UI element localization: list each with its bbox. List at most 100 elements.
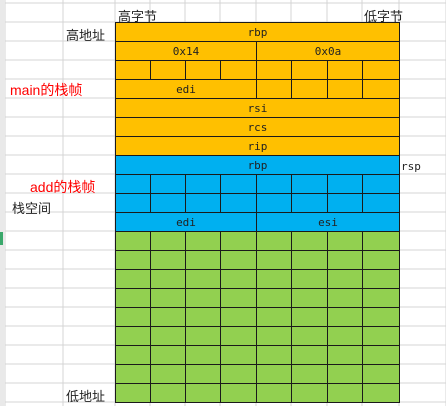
stack-byte-cell (256, 231, 292, 251)
stack-byte-cell (115, 193, 151, 213)
stack-byte-cell (327, 364, 363, 384)
stack-byte-cell (256, 326, 292, 346)
stack-byte-cell (220, 364, 257, 384)
stack-byte-cell (185, 288, 221, 308)
stack-byte-cell (115, 174, 151, 194)
stack-byte-cell (115, 307, 151, 327)
stack-slot-rcs: rcs (115, 117, 400, 137)
stack-byte-cell (362, 288, 400, 308)
stack-byte-cell (150, 231, 186, 251)
stack-byte-cell (150, 250, 186, 270)
stack-byte-cell (327, 288, 363, 308)
stack-byte-cell (256, 288, 292, 308)
stack-byte-cell (185, 383, 221, 403)
stack-byte-cell (115, 250, 151, 270)
stack-slot-edi: edi (115, 212, 257, 232)
stack-byte-cell (291, 383, 328, 403)
row-marker (0, 232, 3, 245)
stack-byte-cell (291, 345, 328, 365)
stack-byte-cell (185, 193, 221, 213)
stack-byte-cell (291, 193, 328, 213)
stack-byte-cell (362, 79, 400, 99)
stack-slot-0x14: 0x14 (115, 41, 257, 61)
stack-byte-cell (327, 250, 363, 270)
stack-byte-cell (185, 174, 221, 194)
stack-byte-cell (115, 383, 151, 403)
stack-slot-rbp: rbp (115, 155, 400, 175)
stack-byte-cell (327, 345, 363, 365)
row-header-bar (0, 0, 5, 406)
stack-slot-edi: edi (115, 79, 257, 99)
low-address-label: 低地址 (66, 390, 106, 405)
stack-byte-cell (291, 269, 328, 289)
stack-byte-cell (220, 250, 257, 270)
stack-byte-cell (220, 231, 257, 251)
stack-byte-cell (150, 345, 186, 365)
stack-byte-cell (150, 307, 186, 327)
stack-byte-cell (256, 250, 292, 270)
stack-byte-cell (115, 345, 151, 365)
stack-byte-cell (327, 193, 363, 213)
stack-byte-cell (220, 345, 257, 365)
stack-slot-esi: esi (256, 212, 400, 232)
stack-byte-cell (220, 326, 257, 346)
stack-byte-cell (327, 383, 363, 403)
stack-byte-cell (256, 307, 292, 327)
stack-byte-cell (362, 231, 400, 251)
stack-byte-cell (150, 193, 186, 213)
stack-byte-cell (115, 269, 151, 289)
stack-byte-cell (185, 326, 221, 346)
stack-byte-cell (220, 174, 257, 194)
stack-byte-cell (220, 307, 257, 327)
stack-byte-cell (291, 250, 328, 270)
stack-byte-cell (291, 307, 328, 327)
stack-byte-cell (220, 269, 257, 289)
stack-byte-cell (185, 250, 221, 270)
stack-byte-cell (256, 364, 292, 384)
stack-byte-cell (327, 174, 363, 194)
stack-byte-cell (362, 269, 400, 289)
stack-byte-cell (185, 60, 221, 80)
stack-byte-cell (115, 326, 151, 346)
stack-byte-cell (256, 60, 292, 80)
stack-byte-cell (256, 174, 292, 194)
stack-byte-cell (291, 79, 328, 99)
stack-byte-cell (362, 250, 400, 270)
stack-byte-cell (256, 79, 292, 99)
stack-byte-cell (291, 60, 328, 80)
stack-byte-cell (150, 60, 186, 80)
stack-slot-rip: rip (115, 136, 400, 156)
stack-byte-cell (115, 288, 151, 308)
stack-byte-cell (362, 174, 400, 194)
main-frame-label: main的栈帧 (10, 82, 83, 98)
stack-byte-cell (291, 174, 328, 194)
stack-byte-cell (220, 193, 257, 213)
stack-byte-cell (185, 345, 221, 365)
stack-slot-rbp: rbp (115, 22, 400, 42)
stack-byte-cell (327, 79, 363, 99)
stack-byte-cell (256, 345, 292, 365)
stack-byte-cell (291, 364, 328, 384)
stack-byte-cell (256, 383, 292, 403)
stack-byte-cell (291, 288, 328, 308)
stack-byte-cell (362, 193, 400, 213)
stack-byte-cell (362, 307, 400, 327)
stack-byte-cell (115, 364, 151, 384)
stack-byte-cell (362, 364, 400, 384)
stack-byte-cell (327, 231, 363, 251)
stack-byte-cell (220, 60, 257, 80)
stack-byte-cell (220, 383, 257, 403)
high-address-label: 高地址 (66, 29, 106, 44)
stack-byte-cell (185, 231, 221, 251)
stack-slot-0x0a: 0x0a (256, 41, 400, 61)
stack-byte-cell (185, 269, 221, 289)
stack-byte-cell (115, 60, 151, 80)
stack-byte-cell (327, 326, 363, 346)
stack-byte-cell (150, 288, 186, 308)
stack-byte-cell (150, 174, 186, 194)
stack-byte-cell (150, 364, 186, 384)
add-frame-label: add的栈帧 (30, 179, 96, 195)
stack-byte-cell (185, 307, 221, 327)
rsp-label: rsp (401, 160, 421, 173)
stack-byte-cell (150, 326, 186, 346)
